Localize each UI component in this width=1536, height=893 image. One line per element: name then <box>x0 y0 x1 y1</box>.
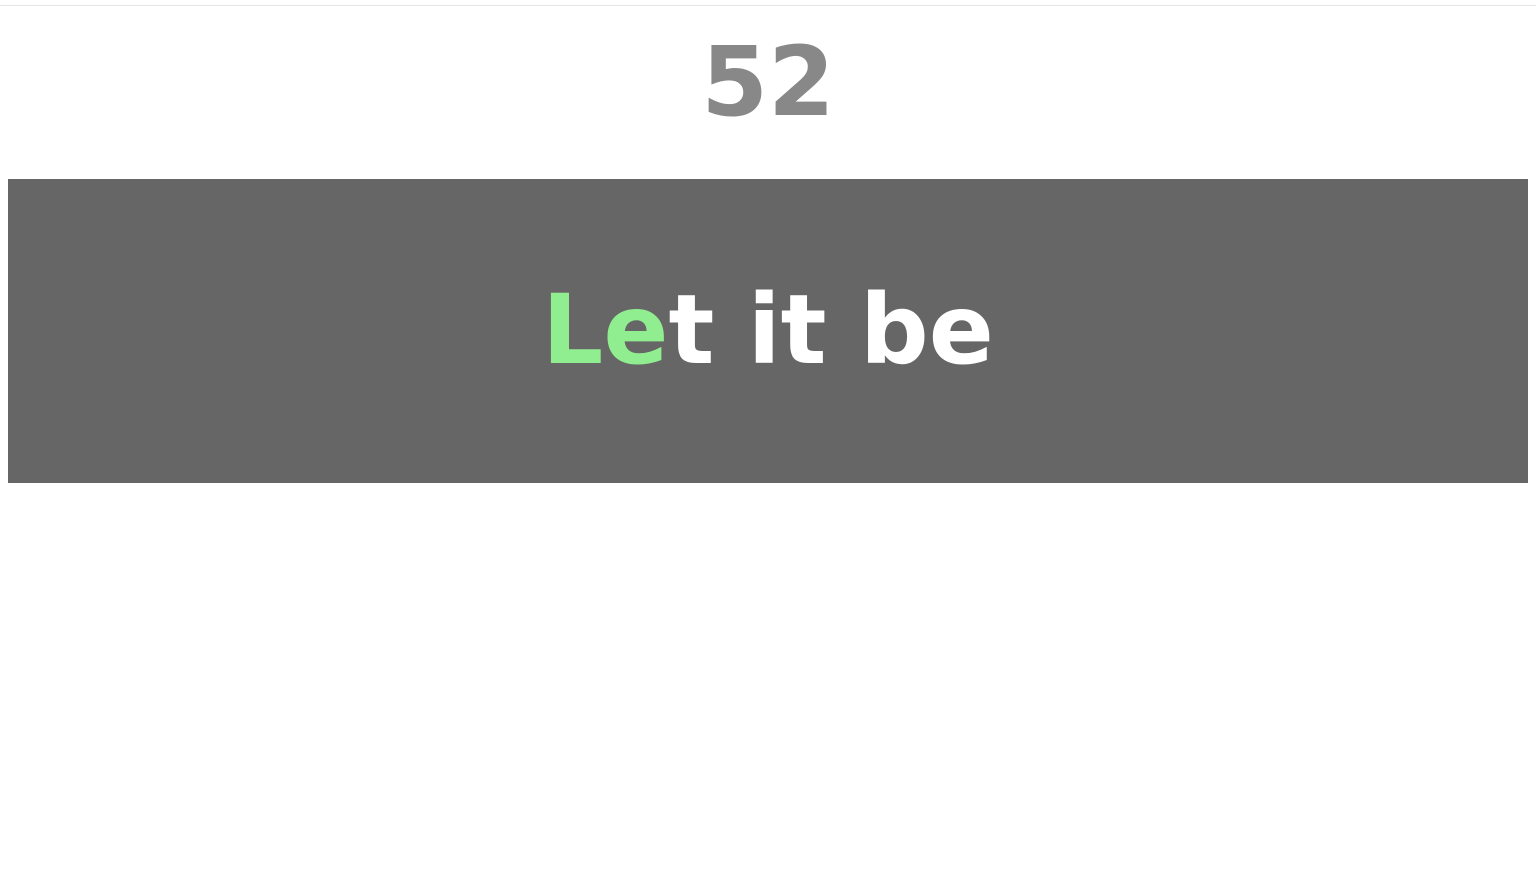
phrase-text: Let it be <box>542 275 994 385</box>
top-divider <box>0 5 1536 6</box>
typing-panel[interactable]: Let it be <box>8 179 1528 483</box>
counter-display: 52 <box>701 26 835 138</box>
remaining-characters: t it be <box>668 274 994 386</box>
typed-characters: Le <box>542 274 669 386</box>
